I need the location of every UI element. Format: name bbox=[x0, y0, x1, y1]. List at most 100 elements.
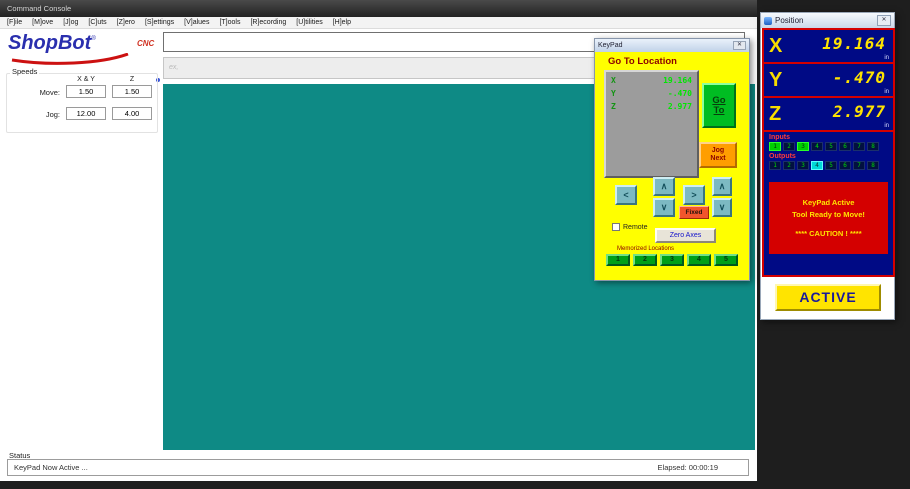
goto-button-line1: Go bbox=[712, 94, 726, 106]
menu-help[interactable]: [H]elp bbox=[328, 19, 356, 26]
fixed-button[interactable]: Fixed bbox=[679, 206, 709, 219]
input-led-7: 7 bbox=[853, 142, 865, 151]
zero-axes-button[interactable]: Zero Axes bbox=[655, 228, 716, 243]
main-window-titlebar[interactable]: Command Console bbox=[0, 0, 757, 17]
y-axis-value: -.470 bbox=[832, 67, 886, 87]
keypad-display-row-x: X 19.164 bbox=[611, 76, 692, 89]
memory-button-5[interactable]: 5 bbox=[714, 254, 738, 266]
goto-button[interactable]: Go To bbox=[702, 83, 736, 128]
menu-settings[interactable]: [S]ettings bbox=[140, 19, 179, 26]
output-led-2: 2 bbox=[783, 161, 795, 170]
keypad-y-label: Y bbox=[611, 89, 616, 98]
registered-mark: ® bbox=[91, 36, 96, 42]
menu-utilities[interactable]: [U]tilities bbox=[291, 19, 327, 26]
command-hint-text: ex, bbox=[169, 64, 179, 71]
jog-next-button[interactable]: Jog Next bbox=[699, 142, 737, 168]
input-led-6: 6 bbox=[839, 142, 851, 151]
arrow-left-button[interactable]: < bbox=[615, 185, 637, 205]
remote-label: Remote bbox=[623, 223, 648, 231]
speeds-panel: Speeds X & Y Z Move: Jog: bbox=[6, 67, 158, 133]
desktop: Command Console [F]ile [M]ove [J]og [C]u… bbox=[0, 0, 910, 489]
menu-tools[interactable]: [T]ools bbox=[214, 19, 245, 26]
input-led-4: 4 bbox=[811, 142, 823, 151]
menu-zero[interactable]: [Z]ero bbox=[112, 19, 140, 26]
active-button[interactable]: ACTIVE bbox=[775, 284, 881, 311]
keypad-display-row-z: Z 2.977 bbox=[611, 102, 692, 115]
memorized-locations-label: Memorized Locations bbox=[617, 246, 675, 252]
axis-row-z: Z 2.977 in bbox=[764, 98, 893, 132]
arrow-right-button[interactable]: > bbox=[683, 185, 705, 205]
main-window-title: Command Console bbox=[7, 4, 72, 13]
jog-next-line2: Next bbox=[710, 155, 726, 162]
memory-button-1[interactable]: 1 bbox=[606, 254, 630, 266]
menu-jog[interactable]: [J]og bbox=[58, 19, 83, 26]
logo-cnc-text: CNC bbox=[137, 39, 155, 48]
keypad-titlebar[interactable]: KeyPad ✕ bbox=[595, 39, 749, 52]
y-axis-unit: in bbox=[884, 89, 889, 95]
outputs-led-row: 1 2 3 4 5 6 7 8 bbox=[769, 161, 893, 170]
elapsed-time: Elapsed: 00:00:19 bbox=[657, 463, 718, 472]
position-readout-panel: X 19.164 in Y -.470 in Z 2.977 in Inputs… bbox=[762, 28, 895, 277]
z-up-button[interactable]: ∧ bbox=[712, 177, 732, 196]
input-led-8: 8 bbox=[867, 142, 879, 151]
move-speed-label: Move: bbox=[39, 88, 60, 97]
x-axis-label: X bbox=[769, 34, 783, 57]
move-speed-z-field[interactable] bbox=[112, 85, 152, 98]
menu-cuts[interactable]: [C]uts bbox=[83, 19, 111, 26]
position-window-icon bbox=[764, 16, 772, 25]
keypad-x-label: X bbox=[611, 76, 616, 85]
z-axis-value: 2.977 bbox=[832, 101, 886, 121]
speeds-col-z-header: Z bbox=[129, 76, 135, 83]
position-title: Position bbox=[775, 16, 804, 25]
goto-button-line2: To bbox=[713, 104, 725, 116]
message-line-1: KeyPad Active bbox=[802, 198, 855, 207]
x-axis-value: 19.164 bbox=[822, 33, 886, 53]
inputs-led-row: 1 2 3 4 5 6 7 8 bbox=[769, 142, 893, 151]
shopbot-logo: ShopBot® CNC bbox=[8, 32, 160, 65]
arrow-down-button[interactable]: ∨ bbox=[653, 198, 675, 217]
input-led-5: 5 bbox=[825, 142, 837, 151]
keypad-window: KeyPad ✕ Go To Location X 19.164 Y -.470… bbox=[594, 38, 750, 281]
output-led-8: 8 bbox=[867, 161, 879, 170]
move-speed-xy-field[interactable] bbox=[66, 85, 106, 98]
output-led-4: 4 bbox=[811, 161, 823, 170]
speeds-col-xy-header: X & Y bbox=[77, 76, 95, 83]
axis-row-x: X 19.164 in bbox=[764, 30, 893, 64]
output-led-3: 3 bbox=[797, 161, 809, 170]
keypad-close-icon[interactable]: ✕ bbox=[733, 41, 746, 50]
menu-move[interactable]: [M]ove bbox=[27, 19, 58, 26]
inputs-label: Inputs bbox=[769, 134, 790, 141]
memory-button-2[interactable]: 2 bbox=[633, 254, 657, 266]
position-close-icon[interactable]: ✕ bbox=[877, 15, 891, 26]
menu-values[interactable]: [V]alues bbox=[179, 19, 214, 26]
jog-speed-xy-field[interactable] bbox=[66, 107, 106, 120]
outputs-label: Outputs bbox=[769, 153, 796, 160]
logo-brand-text: ShopBot bbox=[8, 32, 92, 54]
jog-speed-z-field[interactable] bbox=[112, 107, 152, 120]
keypad-position-display: X 19.164 Y -.470 Z 2.977 bbox=[604, 70, 699, 178]
jog-next-line1: Jog bbox=[711, 147, 725, 154]
status-bar: KeyPad Now Active ... Elapsed: 00:00:19 bbox=[7, 459, 749, 476]
z-down-button[interactable]: ∨ bbox=[712, 198, 732, 217]
jog-speed-label: Jog: bbox=[45, 110, 60, 119]
menu-recording[interactable]: [R]ecording bbox=[245, 19, 291, 26]
status-message: KeyPad Now Active ... bbox=[14, 463, 88, 472]
output-led-5: 5 bbox=[825, 161, 837, 170]
memory-button-3[interactable]: 3 bbox=[660, 254, 684, 266]
input-led-3: 3 bbox=[797, 142, 809, 151]
output-led-7: 7 bbox=[853, 161, 865, 170]
z-axis-label: Z bbox=[769, 102, 782, 125]
z-axis-unit: in bbox=[884, 123, 889, 129]
memory-button-4[interactable]: 4 bbox=[687, 254, 711, 266]
menubar: [F]ile [M]ove [J]og [C]uts [Z]ero [S]ett… bbox=[0, 17, 757, 29]
axis-row-y: Y -.470 in bbox=[764, 64, 893, 98]
x-axis-unit: in bbox=[884, 55, 889, 61]
keypad-display-row-y: Y -.470 bbox=[611, 89, 692, 102]
menu-file[interactable]: [F]ile bbox=[2, 19, 27, 26]
arrow-up-button[interactable]: ∧ bbox=[653, 177, 675, 196]
keypad-z-value: 2.977 bbox=[667, 102, 692, 111]
input-led-2: 2 bbox=[783, 142, 795, 151]
position-titlebar[interactable]: Position ✕ bbox=[761, 13, 894, 28]
remote-checkbox[interactable] bbox=[612, 223, 620, 231]
caution-line: **** CAUTION ! **** bbox=[795, 229, 862, 238]
